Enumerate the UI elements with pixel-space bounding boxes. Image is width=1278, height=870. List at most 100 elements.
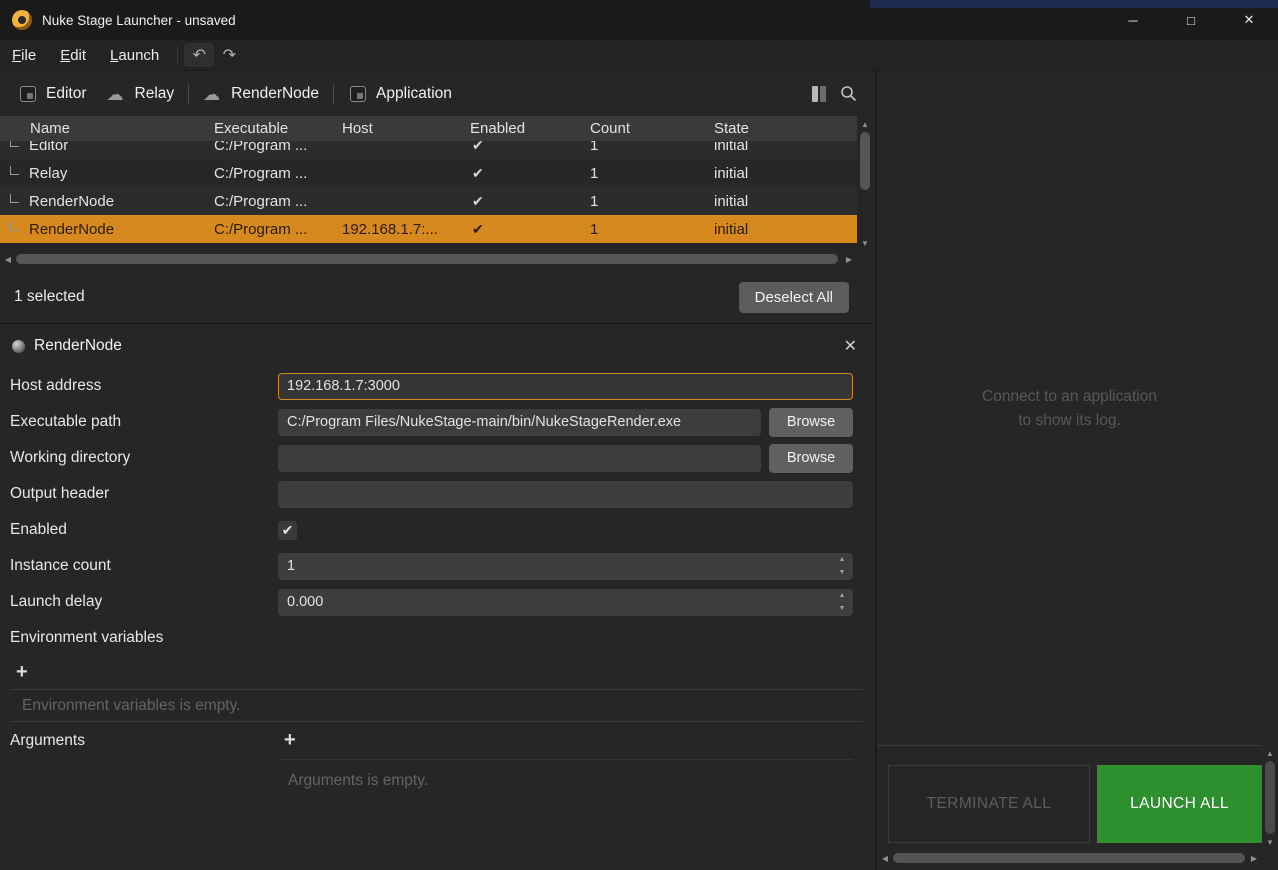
add-rendernode-button[interactable]: ☁ RenderNode — [193, 79, 329, 109]
enabled-check-icon: ✔ — [470, 165, 484, 181]
row-executable: C:/Program ... — [210, 193, 338, 210]
selection-bar: 1 selected Deselect All — [0, 271, 875, 323]
scrollbar-thumb[interactable] — [1265, 761, 1275, 834]
title-bar: Nuke Stage Launcher - unsaved ─ □ ✕ — [0, 0, 1278, 40]
detail-close-icon[interactable]: ✕ — [844, 336, 857, 356]
host-address-input[interactable] — [278, 373, 853, 400]
col-header-host[interactable]: Host — [338, 120, 466, 137]
scroll-up-icon[interactable]: ▲ — [857, 118, 873, 130]
table-horizontal-scrollbar[interactable]: ◀ ▶ — [0, 251, 857, 267]
table-row-editor[interactable]: Editor C:/Program ... ✔ 1 initial — [0, 141, 857, 159]
scrollbar-thumb[interactable] — [16, 254, 838, 264]
col-header-name[interactable]: Name — [0, 120, 210, 137]
add-rendernode-label: RenderNode — [231, 85, 319, 103]
scrollbar-thumb[interactable] — [893, 853, 1245, 863]
add-environment-variable-button[interactable]: + — [10, 661, 34, 684]
spin-down-icon[interactable]: ▼ — [835, 568, 849, 578]
arguments-empty-text: Arguments is empty. — [288, 772, 428, 790]
scroll-left-icon[interactable]: ◀ — [2, 251, 14, 267]
process-table: Editor C:/Program ... ✔ 1 initial Relay … — [0, 141, 857, 251]
enabled-label: Enabled — [0, 521, 278, 539]
table-header: Name Executable Host Enabled Count State — [0, 116, 857, 141]
divider — [0, 323, 875, 324]
instance-count-input[interactable] — [278, 553, 853, 580]
table-vertical-scrollbar[interactable]: ▲ ▼ — [857, 116, 873, 251]
executable-path-label: Executable path — [0, 413, 278, 431]
enabled-check-icon: ✔ — [470, 141, 484, 153]
scroll-down-icon[interactable]: ▼ — [1264, 836, 1276, 848]
menu-edit[interactable]: Edit — [48, 42, 98, 69]
spin-down-icon[interactable]: ▼ — [835, 604, 849, 614]
detail-header: RenderNode ✕ — [0, 327, 875, 365]
log-placeholder-line1: Connect to an application — [877, 385, 1262, 409]
status-dot-icon — [12, 340, 25, 353]
table-row-rendernode[interactable]: RenderNode C:/Program ... ✔ 1 initial — [0, 187, 857, 215]
row-count: 1 — [586, 141, 710, 154]
columns-view-icon[interactable] — [812, 86, 826, 102]
launcher-panel: Editor ☁ Relay ☁ RenderNode Application — [0, 71, 875, 870]
launch-delay-label: Launch delay — [0, 593, 278, 611]
window-title: Nuke Stage Launcher - unsaved — [42, 13, 236, 28]
row-name: RenderNode — [29, 193, 114, 210]
row-name: RenderNode — [29, 221, 114, 238]
row-count: 1 — [586, 165, 710, 182]
add-editor-button[interactable]: Editor — [8, 79, 97, 109]
desktop-strip — [870, 0, 1278, 8]
redo-icon[interactable]: ↷ — [214, 43, 244, 67]
menu-launch[interactable]: Launch — [98, 42, 171, 69]
app-window: Nuke Stage Launcher - unsaved ─ □ ✕ File… — [0, 0, 1278, 870]
menu-file[interactable]: File — [0, 42, 48, 69]
executable-browse-button[interactable]: Browse — [769, 408, 853, 437]
scroll-left-icon[interactable]: ◀ — [879, 850, 891, 866]
working-directory-input[interactable] — [278, 445, 761, 472]
log-horizontal-scrollbar[interactable]: ◀ ▶ — [877, 850, 1262, 866]
row-count: 1 — [586, 221, 710, 238]
application-icon — [348, 85, 368, 103]
spin-up-icon[interactable]: ▲ — [835, 591, 849, 601]
row-state: initial — [710, 141, 857, 154]
col-header-executable[interactable]: Executable — [210, 120, 338, 137]
scroll-right-icon[interactable]: ▶ — [843, 251, 855, 267]
spin-up-icon[interactable]: ▲ — [835, 555, 849, 565]
working-directory-browse-button[interactable]: Browse — [769, 444, 853, 473]
col-header-enabled[interactable]: Enabled — [466, 120, 586, 137]
toolbar-separator — [333, 84, 334, 104]
enabled-check-icon: ✔ — [470, 221, 484, 237]
divider — [877, 745, 1262, 746]
detail-title: RenderNode — [34, 337, 122, 355]
launch-delay-input[interactable] — [278, 589, 853, 616]
col-header-count[interactable]: Count — [586, 120, 710, 137]
add-toolbar: Editor ☁ Relay ☁ RenderNode Application — [0, 71, 875, 116]
tree-tick-icon — [10, 166, 19, 175]
row-executable: C:/Program ... — [210, 165, 338, 182]
row-count: 1 — [586, 193, 710, 210]
relay-icon: ☁ — [107, 85, 127, 103]
tree-tick-icon — [10, 222, 19, 231]
scrollbar-thumb[interactable] — [860, 132, 870, 190]
output-header-input[interactable] — [278, 481, 853, 508]
tree-tick-icon — [10, 194, 19, 203]
table-row-relay[interactable]: Relay C:/Program ... ✔ 1 initial — [0, 159, 857, 187]
undo-icon[interactable]: ↶ — [184, 43, 214, 67]
add-application-button[interactable]: Application — [338, 79, 462, 109]
col-header-state[interactable]: State — [710, 120, 857, 137]
environment-variables-empty-text: Environment variables is empty. — [10, 697, 241, 715]
log-panel: Connect to an application to show its lo… — [877, 71, 1278, 870]
toolbar-separator — [188, 84, 189, 104]
enabled-checkbox[interactable]: ✔ — [278, 521, 297, 540]
row-name: Editor — [29, 141, 68, 154]
deselect-all-button[interactable]: Deselect All — [739, 282, 849, 313]
working-directory-label: Working directory — [0, 449, 278, 467]
log-vertical-scrollbar[interactable]: ▲ ▼ — [1262, 745, 1278, 850]
scroll-down-icon[interactable]: ▼ — [857, 237, 873, 249]
add-relay-button[interactable]: ☁ Relay — [97, 79, 185, 109]
scroll-right-icon[interactable]: ▶ — [1248, 850, 1260, 866]
row-state: initial — [710, 221, 857, 238]
add-argument-button[interactable]: + — [278, 729, 302, 752]
scroll-up-icon[interactable]: ▲ — [1264, 747, 1276, 759]
table-row-rendernode-selected[interactable]: RenderNode C:/Program ... 192.168.1.7:..… — [0, 215, 857, 243]
launch-all-button[interactable]: LAUNCH ALL — [1097, 765, 1262, 843]
executable-path-input[interactable] — [278, 409, 761, 436]
search-icon[interactable] — [840, 85, 857, 102]
terminate-all-button[interactable]: TERMINATE ALL — [888, 765, 1090, 843]
